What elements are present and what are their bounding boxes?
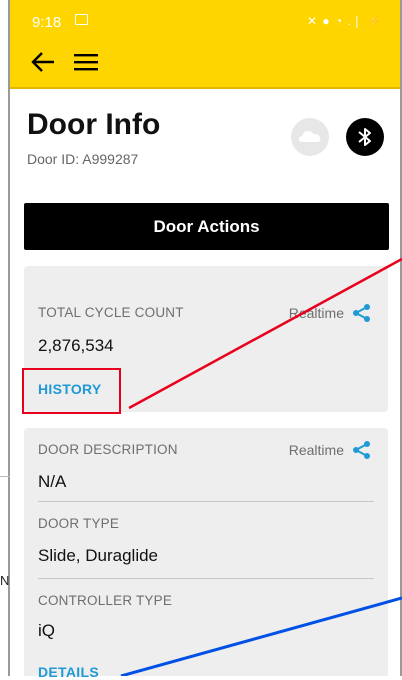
divider [38, 501, 374, 502]
app-bar [10, 36, 400, 89]
divider [0, 476, 10, 477]
share-icon[interactable] [352, 303, 372, 323]
status-time: 9:18 [32, 14, 62, 31]
controller-type-value: iQ [38, 621, 55, 640]
bluetooth-button[interactable] [346, 118, 384, 156]
share-icon[interactable] [352, 440, 372, 460]
status-bar: 9:18 ✕ ● ◔ .❘ ⚡ [10, 0, 400, 36]
door-description-label: DOOR DESCRIPTION [38, 442, 178, 457]
bluetooth-icon [358, 128, 371, 146]
door-description-value: N/A [38, 472, 67, 491]
highlight-box [22, 368, 121, 414]
cycle-count-label: TOTAL CYCLE COUNT [38, 305, 184, 320]
status-icons: ✕ ● ◔ .❘ ⚡ [307, 14, 384, 28]
realtime-label: Realtime [288, 305, 344, 321]
page-title: Door Info [27, 108, 161, 141]
cloud-icon [299, 131, 321, 142]
arrow-left-icon[interactable] [30, 50, 56, 74]
door-actions-button[interactable]: Door Actions [24, 203, 389, 250]
stray-text: N [0, 573, 10, 588]
gallery-notification-icon [75, 14, 88, 25]
door-description-card: DOOR DESCRIPTION Realtime N/A DOOR TYPE … [24, 428, 388, 680]
details-link[interactable]: DETAILS [38, 664, 99, 680]
cloud-button[interactable] [291, 118, 329, 156]
door-type-value: Slide, Duraglide [38, 546, 159, 565]
divider [38, 578, 374, 579]
door-type-label: DOOR TYPE [38, 516, 120, 531]
hamburger-menu-icon[interactable] [72, 50, 100, 74]
controller-type-label: CONTROLLER TYPE [38, 593, 173, 608]
cycle-count-value: 2,876,534 [38, 336, 114, 355]
realtime-label: Realtime [288, 442, 344, 458]
door-id: Door ID: A999287 [27, 151, 139, 167]
